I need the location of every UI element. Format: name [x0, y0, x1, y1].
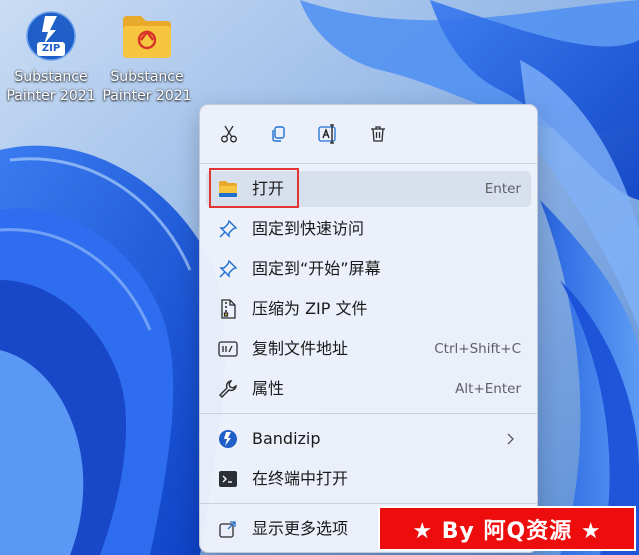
menu-item-pin-start[interactable]: 固定到“开始”屏幕	[206, 251, 531, 287]
rename-icon[interactable]	[313, 119, 343, 149]
folder-icon	[119, 8, 175, 64]
menu-item-properties[interactable]: 属性 Alt+Enter	[206, 371, 531, 407]
menu-item-label: 属性	[252, 379, 285, 398]
menu-item-copy-path[interactable]: 复制文件地址 Ctrl+Shift+C	[206, 331, 531, 367]
zip-badge-text: ZIP	[41, 43, 61, 54]
wrench-icon	[218, 379, 238, 399]
more-options-icon	[218, 519, 238, 539]
delete-icon[interactable]	[363, 119, 393, 149]
menu-item-pin-quick-access[interactable]: 固定到快速访问	[206, 211, 531, 247]
terminal-icon	[218, 469, 238, 489]
copy-path-icon	[218, 339, 238, 359]
menu-separator	[200, 503, 537, 504]
menu-item-label: 固定到快速访问	[252, 219, 365, 238]
copy-icon[interactable]	[263, 119, 293, 149]
menu-item-bandizip[interactable]: Bandizip	[206, 421, 531, 457]
watermark-banner: ★ By 阿Q资源 ★	[378, 506, 636, 551]
folder-open-icon	[218, 179, 238, 199]
menu-item-open[interactable]: 打开 Enter	[206, 171, 531, 207]
zip-archive-icon: ZIP	[23, 8, 79, 64]
cut-icon[interactable]	[214, 119, 244, 149]
chevron-right-icon	[501, 430, 519, 448]
menu-separator	[200, 163, 537, 164]
menu-item-open-terminal[interactable]: 在终端中打开	[206, 461, 531, 497]
desktop-icon-label-line1: Substance	[14, 69, 88, 85]
desktop-icon-label-line2: Painter 2021	[102, 88, 192, 104]
menu-separator	[200, 413, 537, 414]
menu-item-accelerator: Ctrl+Shift+C	[434, 341, 521, 357]
menu-item-label: 在终端中打开	[252, 469, 349, 488]
bandizip-icon	[218, 429, 238, 449]
context-menu: 打开 Enter 固定到快速访问 固定到“开始”屏幕 压缩为 ZIP 文件 复制…	[199, 104, 538, 553]
context-menu-toolbar	[200, 105, 537, 163]
menu-item-accelerator: Alt+Enter	[455, 381, 521, 397]
desktop-icon-label-line2: Painter 2021	[6, 88, 96, 104]
zip-file-icon	[218, 299, 238, 319]
menu-item-label: 复制文件地址	[252, 339, 349, 358]
menu-item-label: 固定到“开始”屏幕	[252, 259, 381, 278]
menu-item-label: Bandizip	[252, 429, 321, 448]
menu-item-label: 压缩为 ZIP 文件	[252, 299, 368, 318]
menu-item-compress-zip[interactable]: 压缩为 ZIP 文件	[206, 291, 531, 327]
desktop-icon-substance-painter-zip[interactable]: ZIP Substance Painter 2021	[4, 8, 98, 106]
menu-item-accelerator: Enter	[484, 181, 521, 197]
pin-icon	[218, 219, 238, 239]
menu-item-label: 打开	[252, 179, 285, 198]
pin-icon	[218, 259, 238, 279]
desktop-icon-label-line1: Substance	[110, 69, 184, 85]
desktop-icon-substance-painter-folder[interactable]: Substance Painter 2021	[100, 8, 194, 106]
menu-item-label: 显示更多选项	[252, 519, 349, 538]
